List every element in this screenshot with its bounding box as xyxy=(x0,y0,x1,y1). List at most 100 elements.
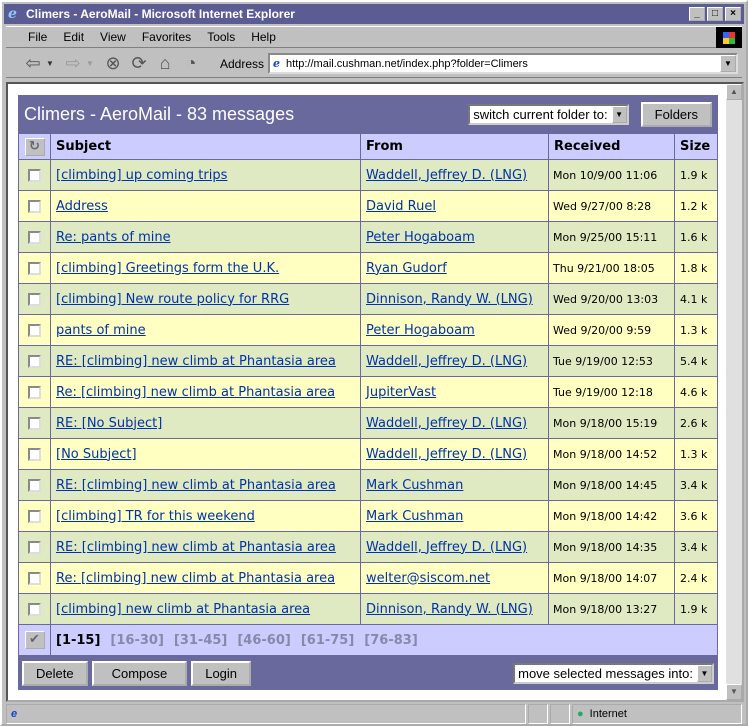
received-date: Mon 9/18/00 14:35 xyxy=(548,531,675,563)
folder-select[interactable]: switch current folder to: ▼ xyxy=(468,103,629,125)
column-from[interactable]: From xyxy=(360,133,549,160)
subject-link[interactable]: [climbing] New route policy for RRG xyxy=(56,292,289,307)
select-checkbox[interactable] xyxy=(28,571,41,585)
subject-link[interactable]: Address xyxy=(56,199,108,214)
subject-link[interactable]: [climbing] new climb at Phantasia area xyxy=(56,602,310,617)
subject-link[interactable]: [climbing] Greetings form the U.K. xyxy=(56,261,279,276)
received-date: Mon 9/18/00 14:07 xyxy=(548,562,675,594)
from-link[interactable]: David Ruel xyxy=(366,199,436,214)
subject-link[interactable]: RE: [No Subject] xyxy=(56,416,162,431)
subject-link[interactable]: Re: [climbing] new climb at Phantasia ar… xyxy=(56,385,335,400)
from-link[interactable]: Dinnison, Randy W. (LNG) xyxy=(366,292,533,307)
from-link[interactable]: Waddell, Jeffrey D. (LNG) xyxy=(366,354,527,369)
from-link[interactable]: Peter Hogaboam xyxy=(366,230,475,245)
move-messages-select[interactable]: move selected messages into: ▼ xyxy=(513,663,714,684)
column-size[interactable]: Size xyxy=(674,133,718,160)
select-checkbox[interactable] xyxy=(28,447,41,461)
from-link[interactable]: Peter Hogaboam xyxy=(366,323,475,338)
subject-link[interactable]: [climbing] TR for this weekend xyxy=(56,509,255,524)
from-link[interactable]: Waddell, Jeffrey D. (LNG) xyxy=(366,540,527,555)
select-checkbox[interactable] xyxy=(28,385,41,399)
address-input[interactable]: e http://mail.cushman.net/index.php?fold… xyxy=(268,53,738,74)
forward-dropdown-icon[interactable]: ▼ xyxy=(86,59,100,68)
folders-button[interactable]: Folders xyxy=(640,101,712,127)
from-link[interactable]: welter@siscom.net xyxy=(366,571,490,586)
select-checkbox[interactable] xyxy=(28,292,41,306)
chevron-down-icon[interactable]: ▼ xyxy=(611,105,627,123)
page-link[interactable]: [61-75] xyxy=(301,633,354,648)
close-button[interactable]: × xyxy=(725,7,741,21)
back-icon[interactable]: ⇦ xyxy=(20,53,46,74)
select-checkbox[interactable] xyxy=(28,602,41,616)
page-link[interactable]: [1-15] xyxy=(56,633,100,648)
forward-icon[interactable]: ⇨ xyxy=(60,53,86,74)
menu-view[interactable]: View xyxy=(92,30,134,44)
message-size: 4.6 k xyxy=(674,376,718,408)
select-checkbox[interactable] xyxy=(28,540,41,554)
subject-link[interactable]: pants of mine xyxy=(56,323,146,338)
menu-favorites[interactable]: Favorites xyxy=(134,30,199,44)
scroll-down-icon[interactable]: ▼ xyxy=(726,684,742,700)
maximize-button[interactable]: □ xyxy=(707,7,723,21)
menu-help[interactable]: Help xyxy=(243,30,284,44)
menu-tools[interactable]: Tools xyxy=(199,30,243,44)
from-link[interactable]: JupiterVast xyxy=(366,385,436,400)
subject-link[interactable]: RE: [climbing] new climb at Phantasia ar… xyxy=(56,354,336,369)
history-icon[interactable]: ◔ xyxy=(178,53,204,74)
select-all-checkmark-icon[interactable]: ✔ xyxy=(24,631,45,649)
message-size: 2.4 k xyxy=(674,562,718,594)
subject-link[interactable]: [No Subject] xyxy=(56,447,137,462)
refresh-icon[interactable]: ↻ xyxy=(24,137,45,156)
subject-link[interactable]: RE: [climbing] new climb at Phantasia ar… xyxy=(56,478,336,493)
subject-link[interactable]: Re: pants of mine xyxy=(56,230,171,245)
select-checkbox[interactable] xyxy=(28,323,41,337)
from-link[interactable]: Waddell, Jeffrey D. (LNG) xyxy=(366,168,527,183)
select-checkbox[interactable] xyxy=(28,230,41,244)
home-icon[interactable]: ⌂ xyxy=(152,53,178,74)
page-link[interactable]: [16-30] xyxy=(110,633,163,648)
page-link[interactable]: [76-83] xyxy=(364,633,417,648)
vertical-scrollbar[interactable]: ▲ ▼ xyxy=(726,84,742,700)
table-row: Re: [climbing] new climb at Phantasia ar… xyxy=(18,562,718,594)
status-bar: e ● Internet xyxy=(6,704,742,724)
menu-edit[interactable]: Edit xyxy=(55,30,92,44)
from-link[interactable]: Mark Cushman xyxy=(366,478,463,493)
subject-link[interactable]: RE: [climbing] new climb at Phantasia ar… xyxy=(56,540,336,555)
window-title: Climers - AeroMail - Microsoft Internet … xyxy=(26,7,295,21)
from-link[interactable]: Ryan Gudorf xyxy=(366,261,447,276)
select-checkbox[interactable] xyxy=(28,354,41,368)
message-size: 3.6 k xyxy=(674,500,718,532)
login-button[interactable]: Login xyxy=(191,661,252,686)
title-bar: e Climers - AeroMail - Microsoft Interne… xyxy=(4,4,744,24)
address-dropdown-icon[interactable]: ▼ xyxy=(720,55,736,72)
page-link[interactable]: [31-45] xyxy=(174,633,227,648)
status-pane xyxy=(550,704,570,724)
subject-link[interactable]: Re: [climbing] new climb at Phantasia ar… xyxy=(56,571,335,586)
select-checkbox[interactable] xyxy=(28,168,41,182)
from-link[interactable]: Waddell, Jeffrey D. (LNG) xyxy=(366,447,527,462)
from-link[interactable]: Mark Cushman xyxy=(366,509,463,524)
minimize-button[interactable]: _ xyxy=(689,7,705,21)
back-dropdown-icon[interactable]: ▼ xyxy=(46,59,60,68)
scroll-up-icon[interactable]: ▲ xyxy=(726,84,742,100)
from-link[interactable]: Waddell, Jeffrey D. (LNG) xyxy=(366,416,527,431)
select-checkbox[interactable] xyxy=(28,416,41,430)
chevron-down-icon[interactable]: ▼ xyxy=(697,665,712,682)
subject-link[interactable]: [climbing] up coming trips xyxy=(56,168,227,183)
page-link[interactable]: [46-60] xyxy=(237,633,290,648)
select-checkbox[interactable] xyxy=(28,478,41,492)
select-checkbox[interactable] xyxy=(28,199,41,213)
stop-icon[interactable]: ⊗ xyxy=(100,53,126,74)
refresh-icon[interactable]: ⟳ xyxy=(126,53,152,74)
globe-icon: ● xyxy=(577,708,584,720)
table-row: [No Subject] Waddell, Jeffrey D. (LNG) M… xyxy=(18,438,718,470)
delete-button[interactable]: Delete xyxy=(22,661,88,686)
menu-file[interactable]: File xyxy=(20,30,55,44)
select-checkbox[interactable] xyxy=(28,261,41,275)
from-link[interactable]: Dinnison, Randy W. (LNG) xyxy=(366,602,533,617)
column-received[interactable]: Received xyxy=(548,133,675,160)
column-subject[interactable]: Subject xyxy=(50,133,361,160)
message-size: 1.8 k xyxy=(674,252,718,284)
select-checkbox[interactable] xyxy=(28,509,41,523)
compose-button[interactable]: Compose xyxy=(91,661,188,686)
